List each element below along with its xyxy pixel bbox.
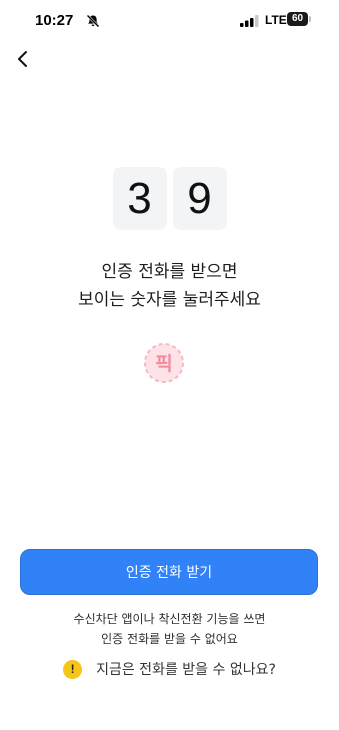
receive-call-button[interactable]: 인증 전화 받기 [20,549,318,595]
watermark-logo: 픽 [142,341,186,385]
cannot-receive-call-link[interactable]: ! 지금은 전화를 받을 수 없나요? [0,659,339,679]
status-time: 10:27 [35,12,74,29]
instruction-line: 인증 전화를 받으면 [101,262,238,282]
instruction-line: 보이는 숫자를 눌러주세요 [78,290,261,310]
battery-tip [309,16,311,22]
notice-text: 수신차단 앱이나 착신전환 기능을 쓰면 인증 전화를 받을 수 없어요 [0,609,339,649]
battery-level: 60 [287,12,308,26]
signal-icon [240,13,260,27]
verification-digits: 3 9 [0,167,339,230]
notice-line: 수신차단 앱이나 착신전환 기능을 쓰면 [73,612,266,626]
notice-line: 인증 전화를 받을 수 없어요 [101,632,238,646]
digit-box: 9 [172,167,227,230]
warning-icon: ! [63,659,83,679]
watermark-text: 픽 [155,353,172,375]
back-button[interactable] [10,46,36,72]
status-bar: 10:27 LTE 60 [0,0,339,44]
instruction-text: 인증 전화를 받으면 보이는 숫자를 눌러주세요 [0,258,339,314]
bell-muted-icon [86,13,100,28]
network-type: LTE [265,13,287,27]
digit-box: 3 [112,167,167,230]
chevron-left-icon [18,51,27,67]
help-link-label: 지금은 전화를 받을 수 없나요? [96,662,276,678]
battery-icon: 60 [287,12,311,26]
